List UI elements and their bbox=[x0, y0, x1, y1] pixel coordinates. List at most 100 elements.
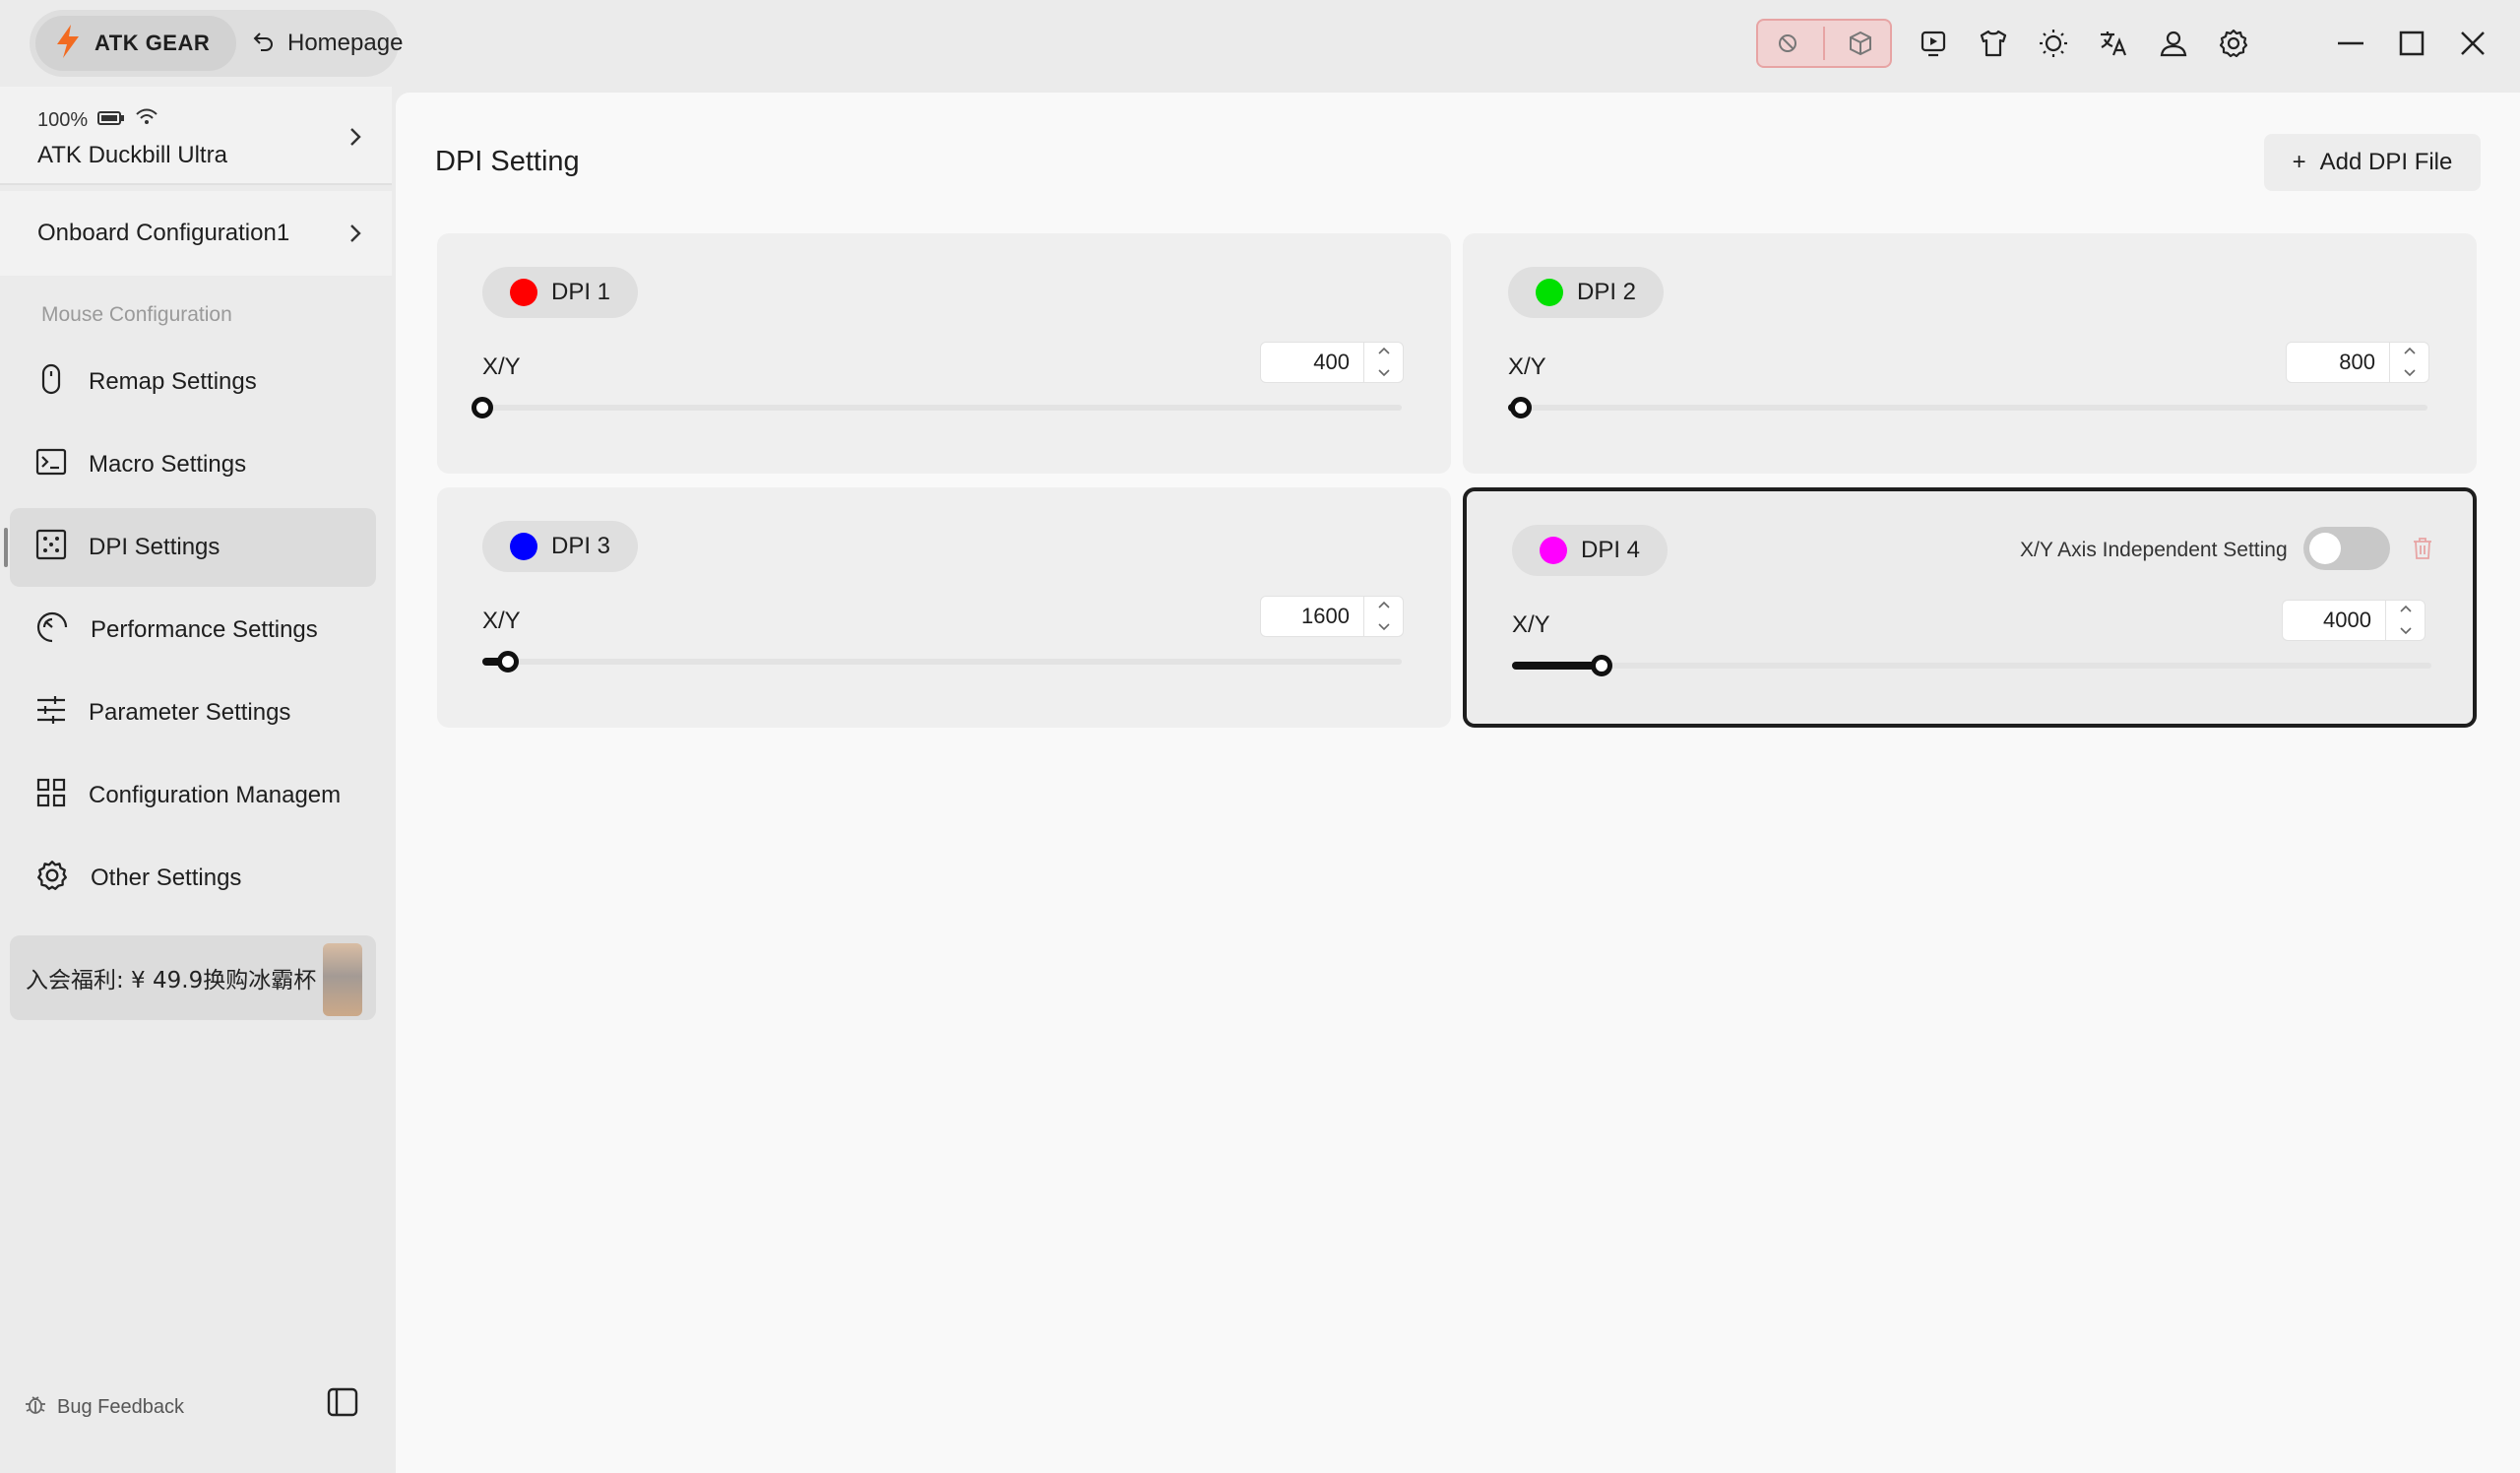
sidebar-item-parameter[interactable]: Parameter Settings bbox=[10, 673, 376, 752]
maximize-icon[interactable] bbox=[2388, 20, 2435, 67]
brand-name: ATK GEAR bbox=[94, 31, 211, 55]
slider-track bbox=[1508, 405, 2427, 411]
stepper-arrows bbox=[1363, 597, 1403, 636]
onboard-config-selector[interactable]: Onboard Configuration1 bbox=[0, 191, 392, 276]
slider-thumb[interactable] bbox=[1590, 655, 1612, 676]
slider-thumb[interactable] bbox=[472, 397, 493, 418]
slider-track bbox=[1512, 663, 2431, 669]
dpi-badge[interactable]: DPI 3 bbox=[482, 521, 639, 572]
bolt-icon bbox=[51, 23, 85, 65]
chevron-up-icon[interactable] bbox=[2403, 343, 2417, 360]
grid-icon bbox=[35, 777, 67, 815]
device-status: 100% bbox=[37, 108, 392, 132]
dpi-card-selected[interactable]: DPI 4 X/Y Axis Independent Setting X/Y 4… bbox=[1463, 487, 2477, 728]
chevron-right-icon bbox=[348, 223, 362, 251]
slider-thumb[interactable] bbox=[497, 651, 520, 672]
sidebar-item-dpi[interactable]: DPI Settings bbox=[4, 508, 376, 587]
promo-banner[interactable]: 入会福利: ¥ 49.9换购冰霸杯 bbox=[10, 935, 376, 1020]
dpi-value[interactable]: 1600 bbox=[1261, 604, 1363, 629]
stepper-arrows bbox=[1363, 343, 1403, 382]
gear-icon[interactable] bbox=[2210, 20, 2257, 67]
dpi-slider[interactable] bbox=[482, 651, 1402, 672]
translate-icon[interactable] bbox=[2090, 20, 2137, 67]
dpi-card[interactable]: DPI 1 X/Y 400 bbox=[437, 233, 1451, 474]
dpi-badge[interactable]: DPI 2 bbox=[1508, 267, 1665, 318]
brand-logo[interactable]: ATK GEAR bbox=[35, 16, 236, 71]
xy-label: X/Y bbox=[1512, 611, 1550, 638]
dpi-color-dot bbox=[510, 279, 537, 306]
axis-independent-label: X/Y Axis Independent Setting bbox=[2020, 539, 2288, 561]
chevron-down-icon[interactable] bbox=[2403, 364, 2417, 382]
bug-feedback-link[interactable]: Bug Feedback bbox=[24, 1392, 184, 1422]
sidebar-item-configuration[interactable]: Configuration Managem bbox=[10, 756, 376, 835]
dpi-card[interactable]: DPI 3 X/Y 1600 bbox=[437, 487, 1451, 728]
xy-label: X/Y bbox=[482, 353, 521, 380]
dpi-value[interactable]: 800 bbox=[2287, 350, 2389, 375]
shirt-icon[interactable] bbox=[1970, 20, 2017, 67]
dpi-label: DPI 4 bbox=[1581, 537, 1641, 563]
title-bar: ATK GEAR Homepage bbox=[0, 0, 2520, 87]
main-panel: DPI Setting + Add DPI File DPI 1 X/Y 400… bbox=[396, 93, 2520, 1473]
minimize-icon[interactable] bbox=[2327, 20, 2374, 67]
sidebar-item-label: Configuration Managem bbox=[89, 782, 342, 808]
chevron-down-icon[interactable] bbox=[2399, 622, 2413, 640]
wireless-icon bbox=[135, 108, 158, 132]
dpi-slider[interactable] bbox=[472, 397, 1402, 418]
chevron-up-icon[interactable] bbox=[1377, 597, 1391, 614]
chevron-up-icon[interactable] bbox=[1377, 343, 1391, 360]
add-dpi-file-button[interactable]: + Add DPI File bbox=[2264, 134, 2481, 191]
dpi-label: DPI 2 bbox=[1577, 279, 1637, 305]
dpi-color-dot bbox=[1536, 279, 1563, 306]
sidebar-item-macro[interactable]: Macro Settings bbox=[10, 425, 376, 504]
stepper-arrows bbox=[2385, 601, 2425, 640]
chevron-right-icon bbox=[348, 126, 362, 153]
plus-icon: + bbox=[2292, 149, 2306, 175]
dpi-slider[interactable] bbox=[1512, 655, 2431, 676]
dpi-badge[interactable]: DPI 1 bbox=[482, 267, 639, 318]
sidebar-item-performance[interactable]: Performance Settings bbox=[10, 591, 376, 670]
axis-independent-toggle[interactable] bbox=[2303, 527, 2390, 570]
toolbar-icons bbox=[1910, 20, 2257, 67]
close-icon[interactable] bbox=[2449, 20, 2496, 67]
bug-feedback-label: Bug Feedback bbox=[57, 1395, 184, 1418]
dpi-value-stepper[interactable]: 4000 bbox=[2282, 600, 2426, 641]
mouse-icon bbox=[35, 362, 67, 403]
battery-icon bbox=[97, 109, 125, 132]
gear-icon bbox=[35, 859, 69, 899]
dpi-card[interactable]: DPI 2 X/Y 800 bbox=[1463, 233, 2477, 474]
block-icon[interactable] bbox=[1764, 20, 1811, 67]
undo-icon bbox=[252, 29, 276, 59]
dpi-value-stepper[interactable]: 400 bbox=[1260, 342, 1404, 383]
dpi-value-stepper[interactable]: 800 bbox=[2286, 342, 2429, 383]
sidebar-item-remap[interactable]: Remap Settings bbox=[10, 343, 376, 421]
homepage-link[interactable]: Homepage bbox=[252, 16, 403, 71]
sidebar-item-label: Performance Settings bbox=[91, 616, 318, 643]
chevron-up-icon[interactable] bbox=[2399, 601, 2413, 618]
dpi-icon bbox=[35, 529, 67, 567]
window-controls bbox=[2327, 20, 2496, 67]
dpi-label: DPI 1 bbox=[551, 279, 611, 305]
trash-icon[interactable] bbox=[2412, 537, 2433, 565]
cube-icon[interactable] bbox=[1837, 20, 1884, 67]
stepper-arrows bbox=[2389, 343, 2428, 382]
dpi-label: DPI 3 bbox=[551, 533, 611, 559]
slider-track bbox=[482, 405, 1402, 411]
slider-thumb[interactable] bbox=[1510, 397, 1533, 418]
user-icon[interactable] bbox=[2150, 20, 2197, 67]
sidebar-item-other[interactable]: Other Settings bbox=[10, 839, 376, 918]
sidebar-item-label: Parameter Settings bbox=[89, 699, 291, 726]
brightness-icon[interactable] bbox=[2030, 20, 2077, 67]
dpi-color-dot bbox=[510, 533, 537, 560]
dpi-value[interactable]: 400 bbox=[1261, 350, 1363, 375]
chevron-down-icon[interactable] bbox=[1377, 618, 1391, 636]
dpi-value-stepper[interactable]: 1600 bbox=[1260, 596, 1404, 637]
sidebar: 100% ATK Duckbill Ultra Onboard Configur… bbox=[0, 87, 394, 1473]
chevron-down-icon[interactable] bbox=[1377, 364, 1391, 382]
dpi-badge[interactable]: DPI 4 bbox=[1512, 525, 1669, 576]
sidebar-item-label: Remap Settings bbox=[89, 368, 257, 395]
device-card[interactable]: 100% ATK Duckbill Ultra bbox=[0, 87, 392, 185]
sidebar-collapse-icon[interactable] bbox=[325, 1384, 360, 1420]
dpi-slider[interactable] bbox=[1508, 397, 2427, 418]
dpi-value[interactable]: 4000 bbox=[2283, 608, 2385, 633]
play-icon[interactable] bbox=[1910, 20, 1957, 67]
